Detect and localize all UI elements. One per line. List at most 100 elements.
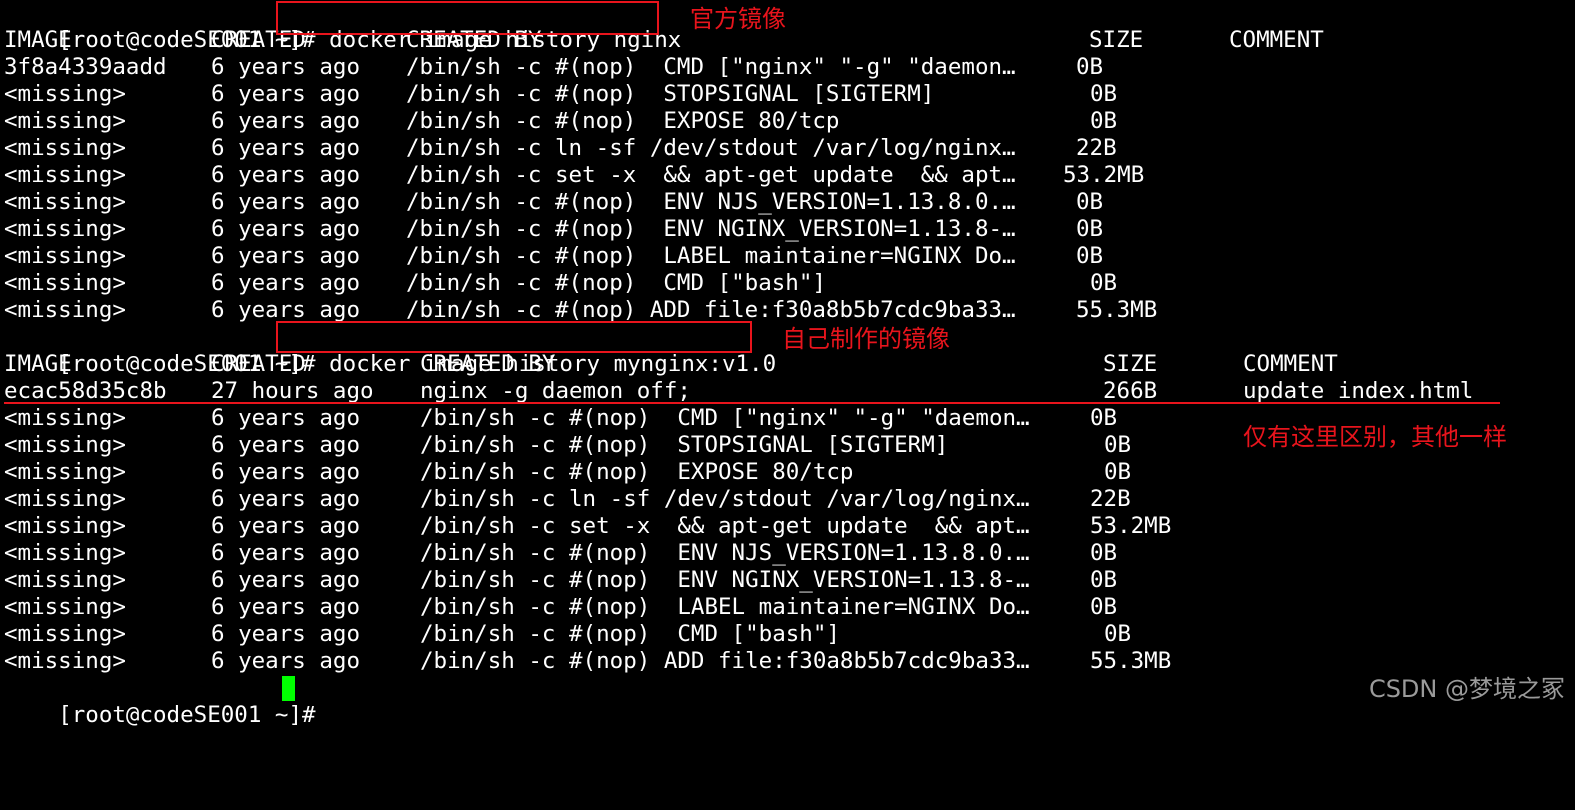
cell-created: 6 years ago	[211, 621, 361, 647]
cell-created: 6 years ago	[211, 648, 361, 674]
cell-size: 0B	[1104, 459, 1132, 485]
cell-created-by: /bin/sh -c set -x && apt-get update && a…	[406, 162, 1016, 188]
cell-created-by: /bin/sh -c #(nop) EXPOSE 80/tcp	[420, 459, 854, 485]
cell-created: 6 years ago	[211, 189, 361, 215]
cell-size: 53.2MB	[1090, 513, 1172, 539]
cell-created: 6 years ago	[211, 108, 361, 134]
header-size: SIZE	[1089, 27, 1144, 53]
cell-created-by: /bin/sh -c #(nop) CMD ["nginx" "-g" "dae…	[406, 54, 1016, 80]
cell-image: <missing>	[4, 216, 126, 242]
table-row: 3f8a4339aadd 6 years ago /bin/sh -c #(no…	[4, 54, 1564, 81]
cell-created-by: /bin/sh -c #(nop) ADD file:f30a8b5b7cdc9…	[406, 297, 1016, 323]
cell-created: 6 years ago	[211, 54, 361, 80]
cell-size: 0B	[1090, 405, 1118, 431]
cell-image: <missing>	[4, 243, 126, 269]
cell-image: <missing>	[4, 540, 126, 566]
cell-image: <missing>	[4, 513, 126, 539]
table-row: <missing> 6 years ago /bin/sh -c #(nop) …	[4, 81, 1564, 108]
cell-size: 0B	[1104, 621, 1132, 647]
cell-image: <missing>	[4, 405, 126, 431]
cell-created: 6 years ago	[211, 270, 361, 296]
cell-size: 266B	[1103, 378, 1158, 404]
cell-created: 6 years ago	[211, 162, 361, 188]
header-created-by: CREATED BY	[420, 351, 556, 377]
cell-image: <missing>	[4, 81, 126, 107]
table-row: <missing> 6 years ago /bin/sh -c ln -sf …	[4, 135, 1564, 162]
cell-created-by: /bin/sh -c #(nop) ENV NJS_VERSION=1.13.8…	[420, 540, 1030, 566]
table-row: <missing> 6 years ago /bin/sh -c #(nop) …	[4, 270, 1564, 297]
cell-created-by: /bin/sh -c #(nop) ENV NJS_VERSION=1.13.8…	[406, 189, 1016, 215]
cell-created: 6 years ago	[211, 486, 361, 512]
shell-prompt: [root@codeSE001 ~]#	[58, 702, 330, 728]
table-row: <missing> 6 years ago /bin/sh -c #(nop) …	[4, 189, 1564, 216]
cell-created-by: /bin/sh -c #(nop) LABEL maintainer=NGINX…	[406, 243, 1016, 269]
cell-size: 0B	[1076, 54, 1104, 80]
cell-created: 6 years ago	[211, 81, 361, 107]
terminal-window[interactable]: [root@codeSE001 ~]# docker image history…	[0, 0, 1575, 728]
cell-created-by: /bin/sh -c #(nop) STOPSIGNAL [SIGTERM]	[406, 81, 935, 107]
terminal-cursor[interactable]	[282, 676, 295, 701]
table-row: <missing> 6 years ago /bin/sh -c #(nop) …	[4, 648, 1564, 675]
header-image: IMAGE	[4, 351, 72, 377]
cell-created-by: /bin/sh -c ln -sf /dev/stdout /var/log/n…	[406, 135, 1016, 161]
cell-created: 6 years ago	[211, 405, 361, 431]
cell-created: 6 years ago	[211, 216, 361, 242]
cell-created: 6 years ago	[211, 594, 361, 620]
table-row: <missing> 6 years ago /bin/sh -c #(nop) …	[4, 216, 1564, 243]
cell-created-by: /bin/sh -c #(nop) ENV NGINX_VERSION=1.13…	[406, 216, 1016, 242]
cell-image: <missing>	[4, 459, 126, 485]
active-prompt-line[interactable]: [root@codeSE001 ~]#	[4, 675, 329, 728]
table-row: <missing> 6 years ago /bin/sh -c #(nop) …	[4, 297, 1564, 324]
header-comment: COMMENT	[1229, 27, 1324, 53]
header-created: CREATED	[211, 351, 306, 377]
cell-size: 0B	[1076, 189, 1104, 215]
annotation-own-image: 自己制作的镜像	[782, 325, 950, 353]
csdn-watermark: CSDN @梦境之冢	[1368, 675, 1565, 703]
cell-created: 6 years ago	[211, 567, 361, 593]
cell-size: 0B	[1090, 108, 1118, 134]
cell-size: 0B	[1090, 81, 1118, 107]
header-comment: COMMENT	[1243, 351, 1338, 377]
cell-image: ecac58d35c8b	[4, 378, 167, 404]
cell-size: 0B	[1104, 432, 1132, 458]
table-row: <missing> 6 years ago /bin/sh -c ln -sf …	[4, 486, 1564, 513]
cell-image: <missing>	[4, 108, 126, 134]
cell-created: 27 hours ago	[211, 378, 374, 404]
cell-size: 53.2MB	[1063, 162, 1145, 188]
cell-size: 0B	[1090, 594, 1118, 620]
cell-created: 6 years ago	[211, 135, 361, 161]
cell-created: 6 years ago	[211, 297, 361, 323]
cell-created: 6 years ago	[211, 432, 361, 458]
command-highlight-box-1	[276, 1, 659, 35]
table-row: ecac58d35c8b 27 hours ago nginx -g daemo…	[4, 378, 1564, 405]
cell-size: 22B	[1076, 135, 1117, 161]
cell-created-by: nginx -g daemon off;	[420, 378, 691, 404]
cell-image: <missing>	[4, 432, 126, 458]
annotation-official-image: 官方镜像	[690, 5, 786, 33]
cell-comment: update index.html	[1243, 378, 1474, 404]
table-row: <missing> 6 years ago /bin/sh -c #(nop) …	[4, 594, 1564, 621]
cell-created: 6 years ago	[211, 513, 361, 539]
cell-created-by: /bin/sh -c #(nop) LABEL maintainer=NGINX…	[420, 594, 1030, 620]
header-size: SIZE	[1103, 351, 1158, 377]
cell-image: <missing>	[4, 270, 126, 296]
cell-size: 0B	[1090, 540, 1118, 566]
table-row: <missing> 6 years ago /bin/sh -c #(nop) …	[4, 243, 1564, 270]
cell-created-by: /bin/sh -c #(nop) ENV NGINX_VERSION=1.13…	[420, 567, 1030, 593]
header-image: IMAGE	[4, 27, 72, 53]
cell-created: 6 years ago	[211, 459, 361, 485]
table-row: <missing> 6 years ago /bin/sh -c #(nop) …	[4, 459, 1564, 486]
cell-created: 6 years ago	[211, 540, 361, 566]
table-header: IMAGE CREATED CREATED BY SIZE COMMENT	[4, 351, 1564, 378]
table-row: <missing> 6 years ago /bin/sh -c #(nop) …	[4, 621, 1564, 648]
cell-image: <missing>	[4, 162, 126, 188]
cell-image: <missing>	[4, 297, 126, 323]
difference-underline	[4, 402, 1500, 404]
cell-size: 55.3MB	[1076, 297, 1158, 323]
cell-created-by: /bin/sh -c #(nop) CMD ["bash"]	[406, 270, 826, 296]
table-row: <missing> 6 years ago /bin/sh -c #(nop) …	[4, 567, 1564, 594]
table-row: <missing> 6 years ago /bin/sh -c #(nop) …	[4, 540, 1564, 567]
cell-image: <missing>	[4, 594, 126, 620]
annotation-only-difference: 仅有这里区别，其他一样	[1243, 423, 1507, 451]
cell-created-by: /bin/sh -c ln -sf /dev/stdout /var/log/n…	[420, 486, 1030, 512]
